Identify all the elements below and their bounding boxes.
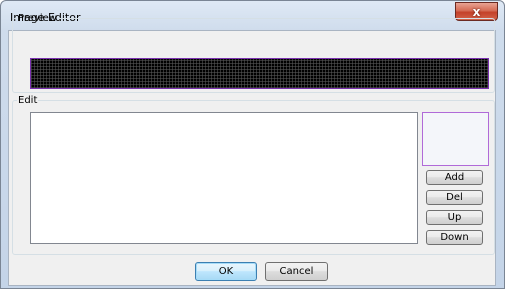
move-up-button[interactable]: Up <box>426 210 483 225</box>
delete-button[interactable]: Del <box>426 190 483 205</box>
cancel-button[interactable]: Cancel <box>265 262 328 281</box>
edit-legend: Edit <box>18 95 38 106</box>
preview-legend: Preview <box>18 13 57 24</box>
preview-canvas <box>30 58 489 89</box>
add-button[interactable]: Add <box>426 170 483 185</box>
image-thumbnail <box>422 112 489 166</box>
image-list[interactable] <box>30 112 418 244</box>
ok-button[interactable]: OK <box>195 262 257 281</box>
move-down-button[interactable]: Down <box>426 230 483 245</box>
